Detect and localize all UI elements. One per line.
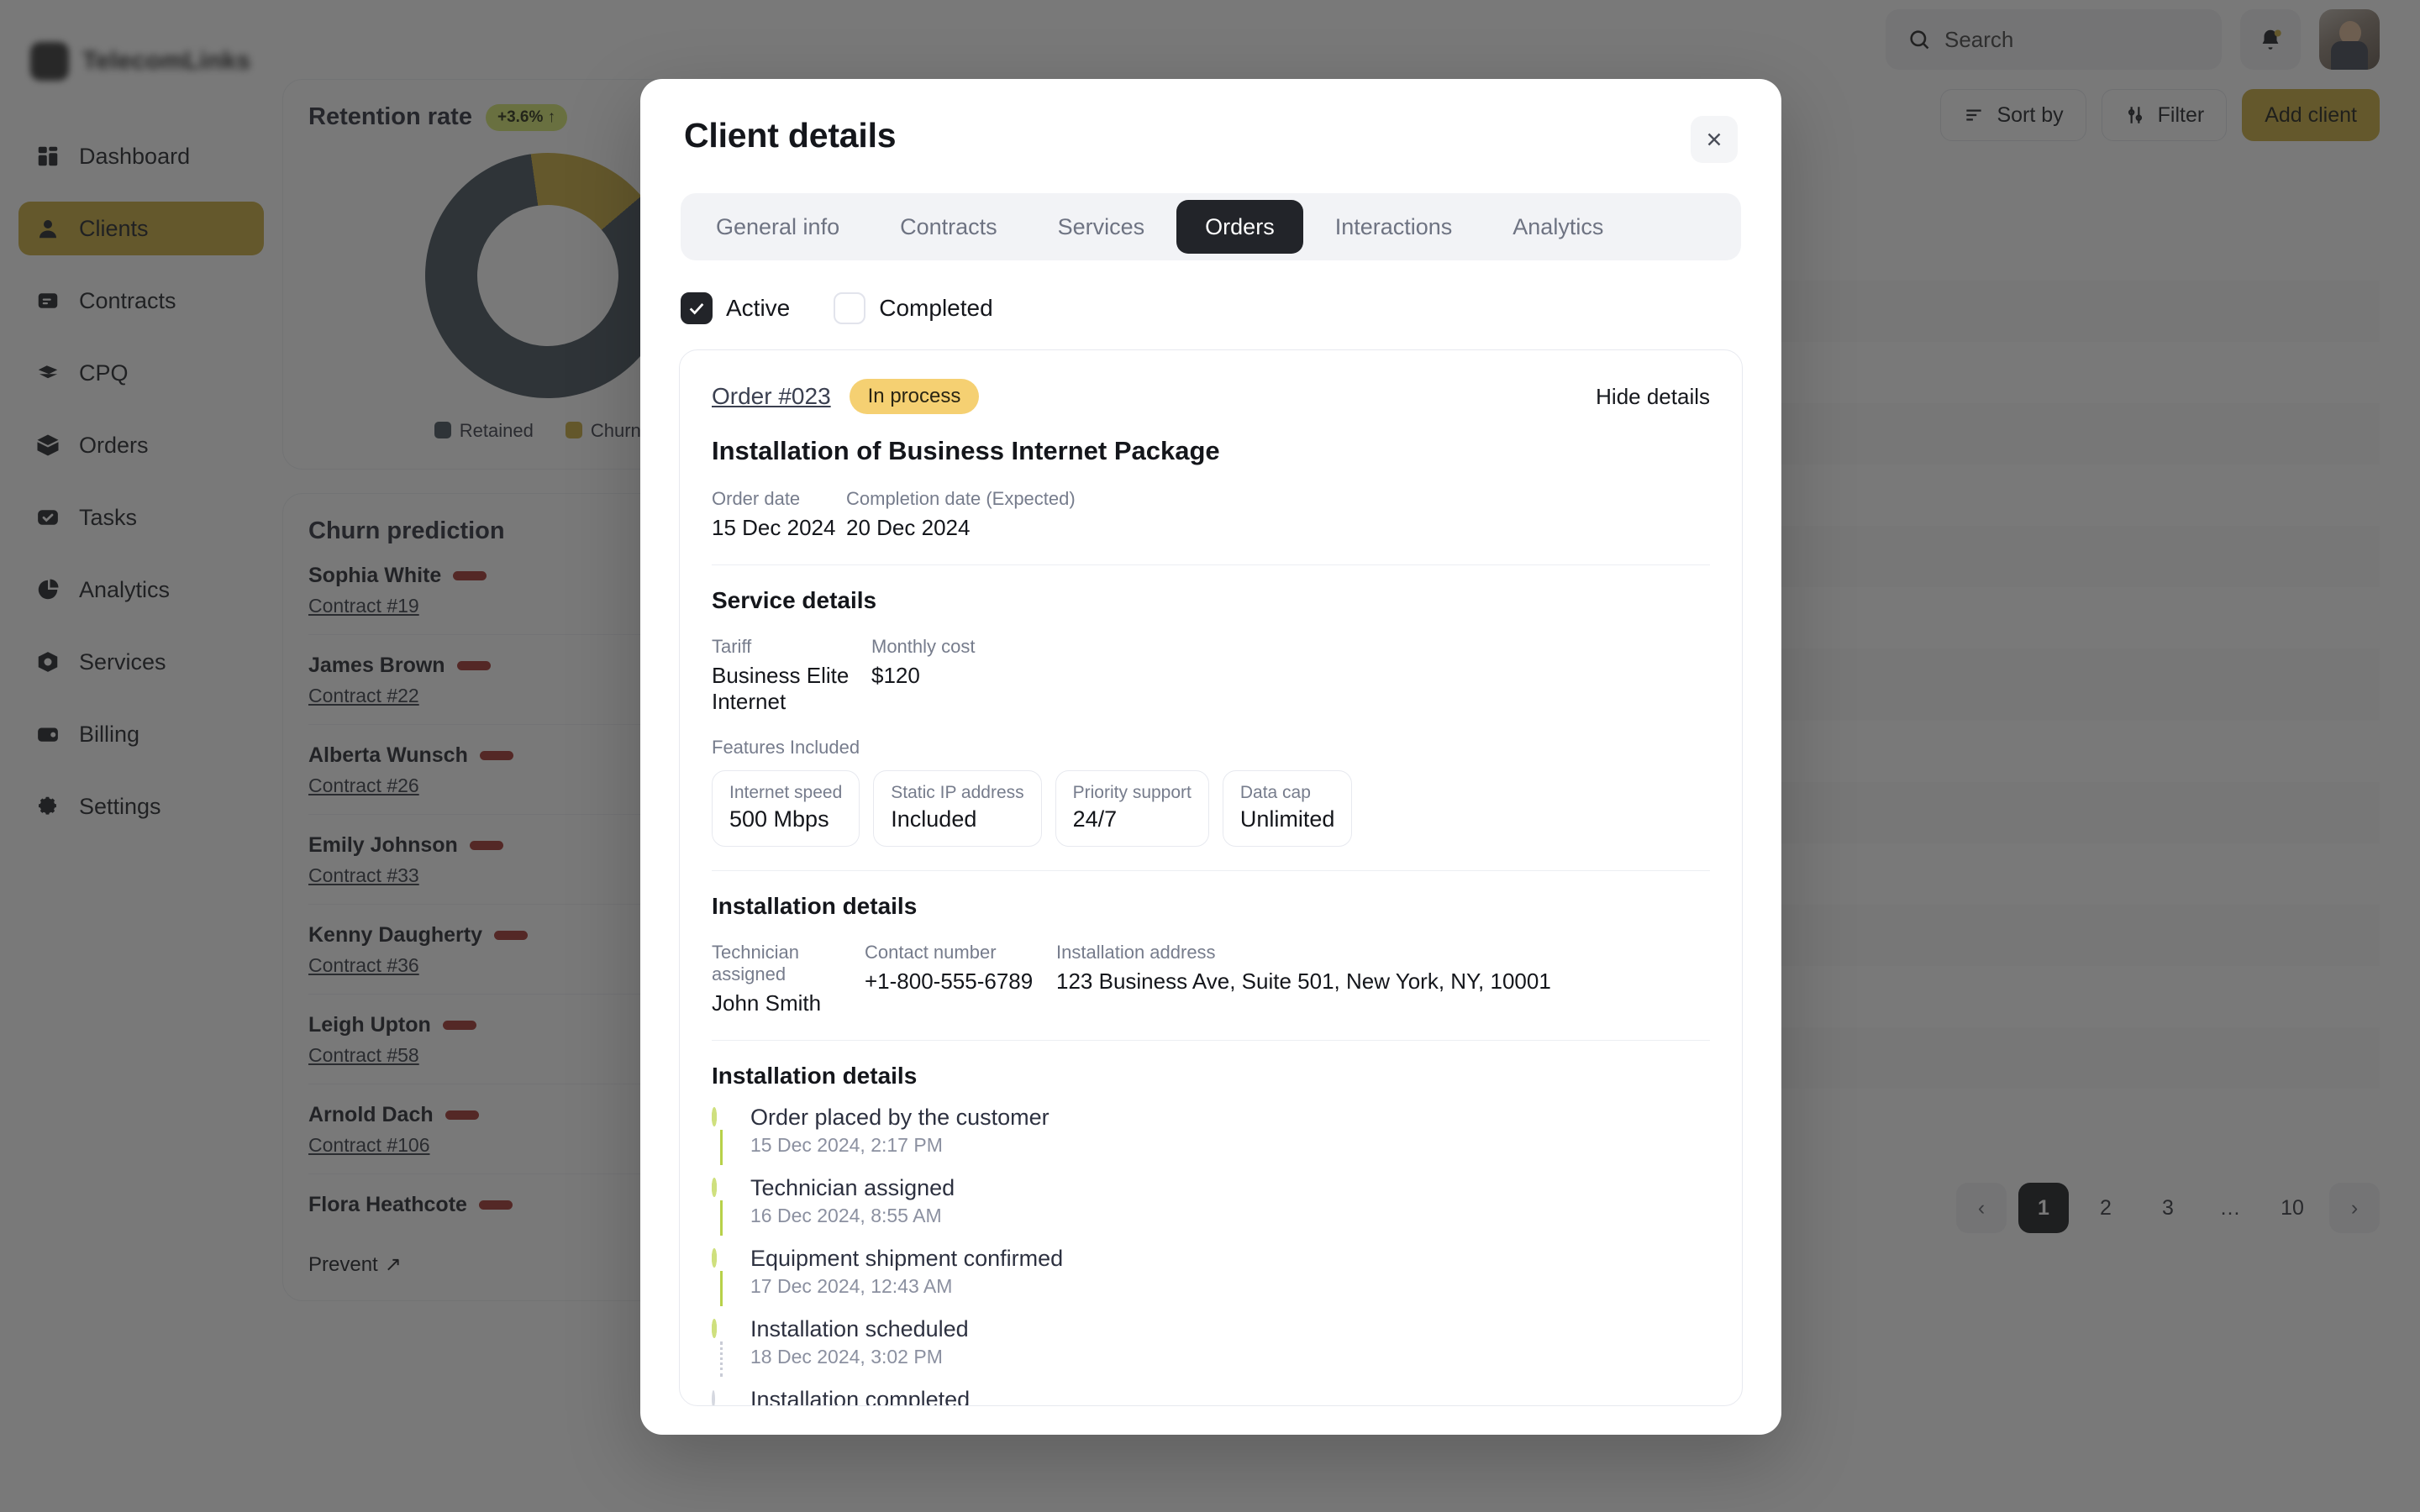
order-meta: Order date 15 Dec 2024 Completion date (…	[712, 488, 1710, 541]
filter-label: Active	[726, 295, 791, 321]
filter-checkbox-completed[interactable]: Completed	[834, 292, 993, 324]
timeline-title: Installation details	[712, 1063, 918, 1089]
divider	[712, 564, 1710, 565]
feature-value: Included	[891, 806, 977, 832]
timeline-marker	[712, 1387, 734, 1405]
tab-services[interactable]: Services	[1029, 200, 1174, 254]
timeline-connector	[720, 1341, 723, 1377]
modal-header: Client details	[640, 79, 1781, 163]
timeline-body: Order placed by the customer 15 Dec 2024,…	[750, 1105, 1050, 1157]
feature-label: Data cap	[1239, 783, 1311, 802]
page-title: Client details	[684, 116, 897, 155]
tab-analytics[interactable]: Analytics	[1484, 200, 1632, 254]
close-icon	[1707, 133, 1721, 146]
divider	[712, 870, 1710, 871]
timeline-step-time: 18 Dec 2024, 3:02 PM	[750, 1346, 943, 1368]
checkbox-box[interactable]	[681, 292, 713, 324]
order-filters: Active Completed	[681, 292, 1741, 324]
timeline-marker	[712, 1175, 734, 1236]
timeline-body: Technician assigned 16 Dec 2024, 8:55 AM	[750, 1175, 955, 1227]
feature-label: Internet speed	[729, 783, 843, 802]
timeline-step-title: Equipment shipment confirmed	[750, 1246, 1064, 1271]
order-card-header: Order #023 In process Hide details	[712, 379, 1710, 414]
timeline-step: Technician assigned 16 Dec 2024, 8:55 AM	[712, 1175, 1710, 1246]
timeline-step-time: 15 Dec 2024, 2:17 PM	[750, 1134, 943, 1156]
completion-date-field: Completion date (Expected) 20 Dec 2024	[846, 488, 1076, 540]
timeline-step-title: Installation completed	[750, 1387, 971, 1406]
timeline-connector	[720, 1130, 723, 1165]
feature-label: Static IP address	[891, 783, 1024, 802]
service-meta: Tariff Business Elite Internet Monthly c…	[712, 636, 1710, 715]
timeline-step: Order placed by the customer 15 Dec 2024,…	[712, 1105, 1710, 1175]
feature-chip: Data cap Unlimited	[1222, 770, 1353, 847]
tab-general-info[interactable]: General info	[687, 200, 868, 254]
filter-checkbox-active[interactable]: Active	[681, 292, 790, 324]
feature-label: Priority support	[1072, 783, 1192, 802]
filter-label: Completed	[879, 295, 993, 321]
tariff-field: Tariff Business Elite Internet	[712, 636, 850, 714]
timeline-dot-icon	[712, 1178, 717, 1197]
feature-value: Unlimited	[1239, 806, 1335, 832]
order-title: Installation of Business Internet Packag…	[712, 436, 1220, 465]
timeline-connector	[720, 1271, 723, 1306]
timeline-step: Equipment shipment confirmed 17 Dec 2024,…	[712, 1246, 1710, 1316]
features-label: Features Included	[712, 737, 860, 758]
client-details-modal: Client details General info Contracts Serv…	[640, 79, 1781, 1435]
check-icon	[689, 303, 704, 315]
modal-scroll-area: Order #023 In process Hide details Insta…	[679, 349, 1743, 1406]
timeline-dot-icon	[712, 1248, 717, 1268]
checkbox-box[interactable]	[834, 292, 866, 324]
contact-number-field: Contact number +1-800-555-6789	[865, 942, 1034, 994]
timeline-step: Installation scheduled 18 Dec 2024, 3:02 …	[712, 1316, 1710, 1387]
feature-chip: Internet speed 500 Mbps	[712, 770, 860, 847]
status-badge: In process	[849, 379, 980, 414]
installation-details-title: Installation details	[712, 893, 918, 919]
timeline-step-time: 16 Dec 2024, 8:55 AM	[750, 1205, 942, 1226]
timeline-connector	[720, 1200, 723, 1236]
timeline-body: Installation completedAround 20 Dec 2024	[750, 1387, 971, 1406]
hide-details-button[interactable]: Hide details	[1596, 384, 1710, 410]
timeline-body: Equipment shipment confirmed 17 Dec 2024,…	[750, 1246, 1063, 1298]
order-link[interactable]: Order #023	[712, 383, 831, 410]
feature-value: 500 Mbps	[729, 806, 829, 832]
feature-chip: Priority support 24/7	[1055, 770, 1209, 847]
monthly-cost-field: Monthly cost $120	[871, 636, 976, 688]
service-details-title: Service details	[712, 587, 877, 613]
modal-tabs: General info Contracts Services Orders Inter…	[681, 193, 1741, 260]
order-date-field: Order date 15 Dec 2024	[712, 488, 836, 540]
close-button[interactable]	[1691, 116, 1738, 163]
timeline-dot-icon	[712, 1390, 715, 1405]
order-card: Order #023 In process Hide details Insta…	[679, 349, 1743, 1406]
divider	[712, 1040, 1710, 1041]
installation-meta: Technician assigned John Smith Contact n…	[712, 942, 1710, 1016]
timeline-marker	[712, 1105, 734, 1165]
timeline-step: Installation completedAround 20 Dec 2024	[712, 1387, 1710, 1406]
timeline-step-time: 17 Dec 2024, 12:43 AM	[750, 1275, 953, 1297]
timeline-marker	[712, 1316, 734, 1377]
feature-chip: Static IP address Included	[873, 770, 1042, 847]
tab-interactions[interactable]: Interactions	[1307, 200, 1481, 254]
tab-contracts[interactable]: Contracts	[871, 200, 1026, 254]
order-header-left: Order #023 In process	[712, 379, 980, 414]
timeline-step-title: Order placed by the customer	[750, 1105, 1050, 1130]
feature-value: 24/7	[1072, 806, 1118, 832]
features-row: Internet speed 500 Mbps Static IP address I…	[712, 770, 1710, 847]
timeline-dot-icon	[712, 1319, 717, 1338]
timeline-body: Installation scheduled 18 Dec 2024, 3:02 …	[750, 1316, 969, 1368]
timeline-dot-icon	[712, 1107, 717, 1126]
timeline-step-title: Installation scheduled	[750, 1316, 969, 1341]
timeline-marker	[712, 1246, 734, 1306]
tab-orders[interactable]: Orders	[1176, 200, 1303, 254]
installation-address-field: Installation address 123 Business Ave, S…	[1056, 942, 1551, 994]
timeline-step-title: Technician assigned	[750, 1175, 955, 1200]
technician-field: Technician assigned John Smith	[712, 942, 822, 1016]
order-timeline: Order placed by the customer 15 Dec 2024,…	[712, 1105, 1710, 1406]
